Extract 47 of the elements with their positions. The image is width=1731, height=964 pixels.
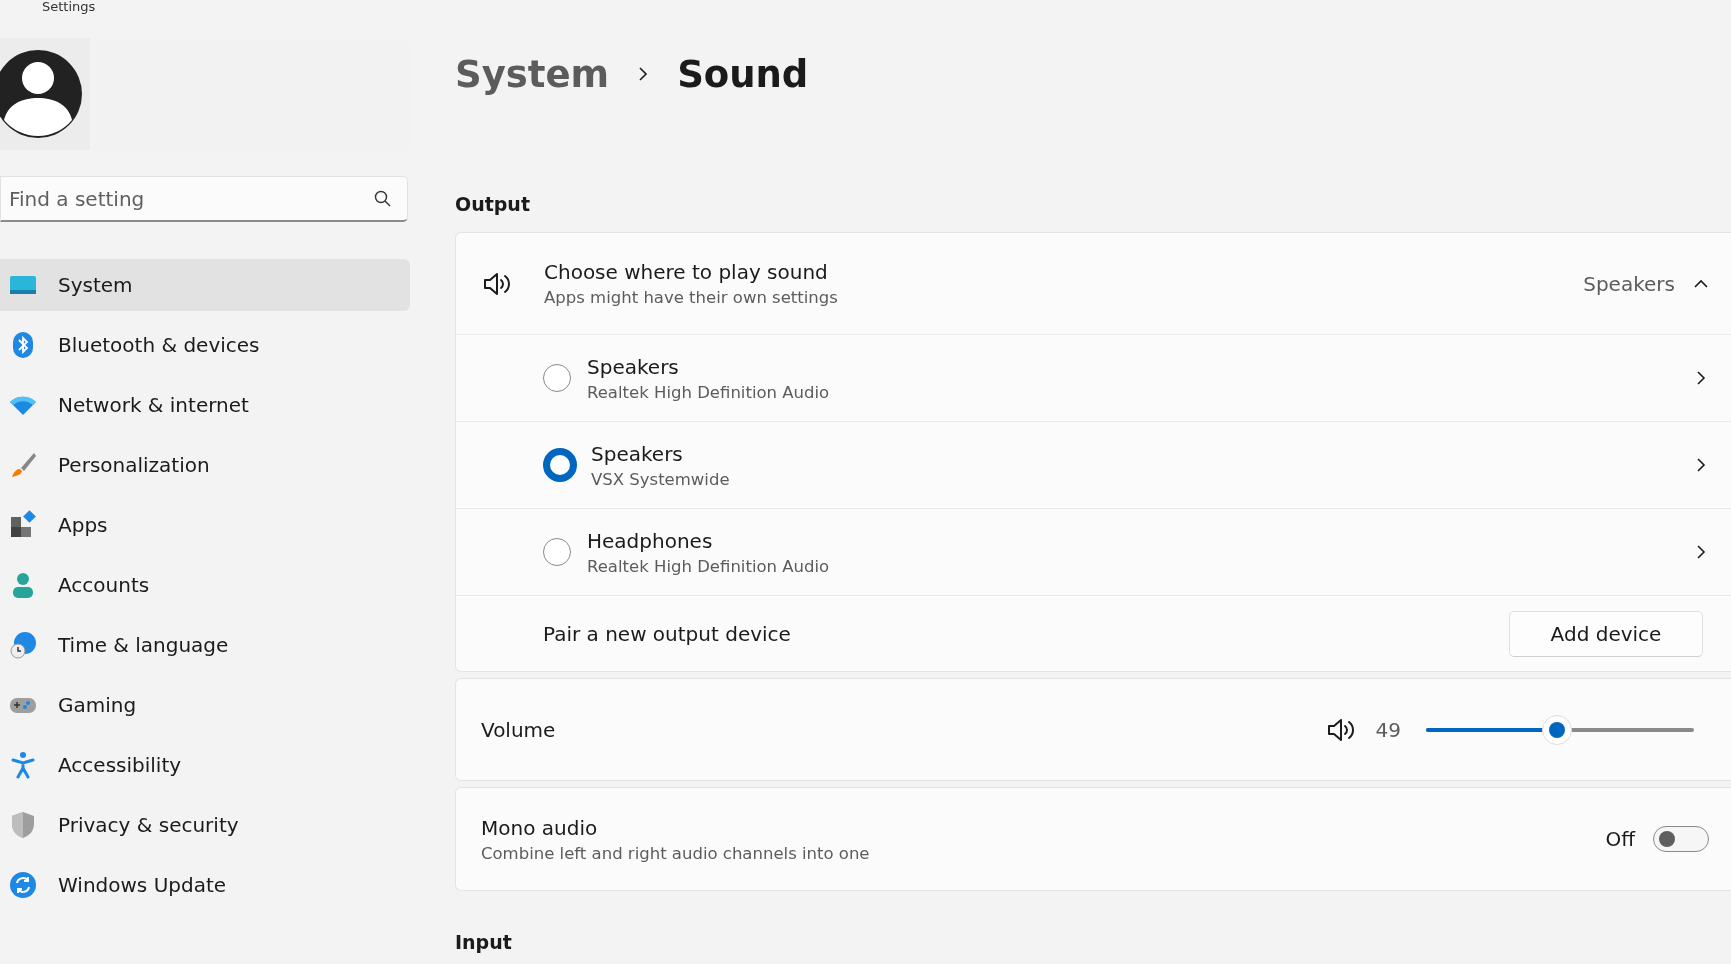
sidebar-item[interactable]: Personalization: [0, 439, 410, 491]
device-name: Speakers: [591, 441, 684, 466]
sidebar-item[interactable]: Privacy & security: [0, 799, 410, 851]
setting-subtitle: Apps might have their own settings: [544, 288, 839, 307]
sidebar-item[interactable]: Network & internet: [0, 379, 410, 431]
toggle-state: Off: [1605, 827, 1635, 851]
device-detail: Realtek High Definition Audio: [587, 382, 831, 402]
globe-clock-icon: [8, 630, 38, 660]
window-title: Settings: [41, 0, 97, 16]
sidebar-item[interactable]: Accessibility: [0, 739, 410, 791]
radio-button[interactable]: [543, 538, 571, 566]
setting-title: Pair a new output device: [543, 621, 792, 646]
setting-title: Choose where to play sound: [544, 260, 829, 284]
add-device-button[interactable]: Add device: [1509, 610, 1703, 657]
sidebar-item[interactable]: Apps: [0, 499, 410, 551]
volume-reading: 49: [1375, 717, 1401, 742]
sidebar-item[interactable]: Gaming: [0, 679, 410, 731]
device-detail: Realtek High Definition Audio: [587, 556, 831, 576]
section-heading: Input: [455, 931, 513, 955]
sidebar-item[interactable]: Accounts: [0, 559, 410, 611]
sync-icon: [8, 870, 38, 900]
speaker-icon: [482, 270, 512, 297]
radio-button[interactable]: [543, 448, 577, 482]
radio-button[interactable]: [543, 364, 571, 392]
device-detail: VSX Systemwide: [591, 469, 731, 489]
sidebar-item[interactable]: Time & language: [0, 619, 410, 671]
device-row[interactable]: Headphones Realtek High Definition Audio: [456, 509, 1731, 596]
device-name: Headphones: [587, 528, 714, 553]
speaker-icon: [1325, 716, 1356, 743]
section-heading: Output: [455, 193, 531, 217]
setting-title: Mono audio: [481, 815, 599, 840]
device-row[interactable]: Speakers Realtek High Definition Audio: [456, 335, 1731, 422]
device-row[interactable]: Speakers VSX Systemwide: [456, 422, 1731, 509]
device-name: Speakers: [587, 354, 680, 379]
output-device-header[interactable]: Choose where to play sound Apps might have their own settings Speakers: [456, 233, 1731, 335]
sidebar-item[interactable]: Bluetooth & devices: [0, 319, 410, 371]
toggle-switch[interactable]: [1653, 826, 1709, 852]
search-icon: [374, 190, 392, 208]
sidebar-item[interactable]: System: [0, 259, 410, 311]
sidebar-item[interactable]: Windows Update: [0, 859, 410, 911]
page-title: Sound: [677, 52, 809, 96]
setting-title: Volume: [481, 717, 557, 742]
breadcrumb-link[interactable]: System: [455, 52, 610, 96]
selected-device: Speakers: [1583, 271, 1675, 296]
search-field[interactable]: Find a setting: [0, 176, 408, 222]
setting-subtitle: Combine left and right audio channels into one: [481, 843, 871, 863]
apps-icon: [8, 510, 38, 540]
